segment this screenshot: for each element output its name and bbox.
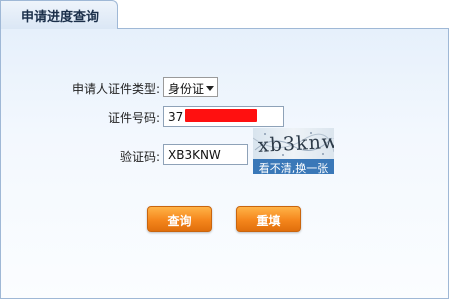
- refresh-captcha-label: 看不清,换一张: [258, 162, 329, 175]
- query-page: 申请进度查询 申请人证件类型: 身份证 证件号码: 37 验证码: XB3KNW…: [0, 0, 450, 300]
- reset-button[interactable]: 重填: [236, 206, 301, 232]
- captcha-input[interactable]: XB3KNW: [163, 144, 248, 165]
- query-button-label: 查询: [167, 214, 192, 228]
- id-number-value: 37: [168, 110, 184, 124]
- reset-button-label: 重填: [256, 214, 281, 228]
- id-type-value: 身份证: [168, 82, 205, 96]
- captcha-text: xb3knw: [258, 131, 334, 157]
- chevron-down-icon: [206, 86, 214, 91]
- query-button[interactable]: 查询: [147, 206, 212, 232]
- tab-label: 申请进度查询: [20, 10, 99, 25]
- id-type-select[interactable]: 身份证: [163, 77, 218, 97]
- redaction-mark: [185, 109, 257, 122]
- id-type-label: 申请人证件类型:: [71, 82, 160, 96]
- captcha-noise: xb3knw: [253, 131, 334, 157]
- captcha-image[interactable]: xb3knw: [253, 128, 334, 159]
- captcha-input-value: XB3KNW: [168, 148, 221, 162]
- tab-progress-query[interactable]: 申请进度查询: [0, 0, 118, 29]
- id-number-label: 证件号码:: [107, 111, 160, 125]
- refresh-captcha-link[interactable]: 看不清,换一张: [253, 159, 334, 175]
- captcha-label: 验证码:: [119, 150, 160, 164]
